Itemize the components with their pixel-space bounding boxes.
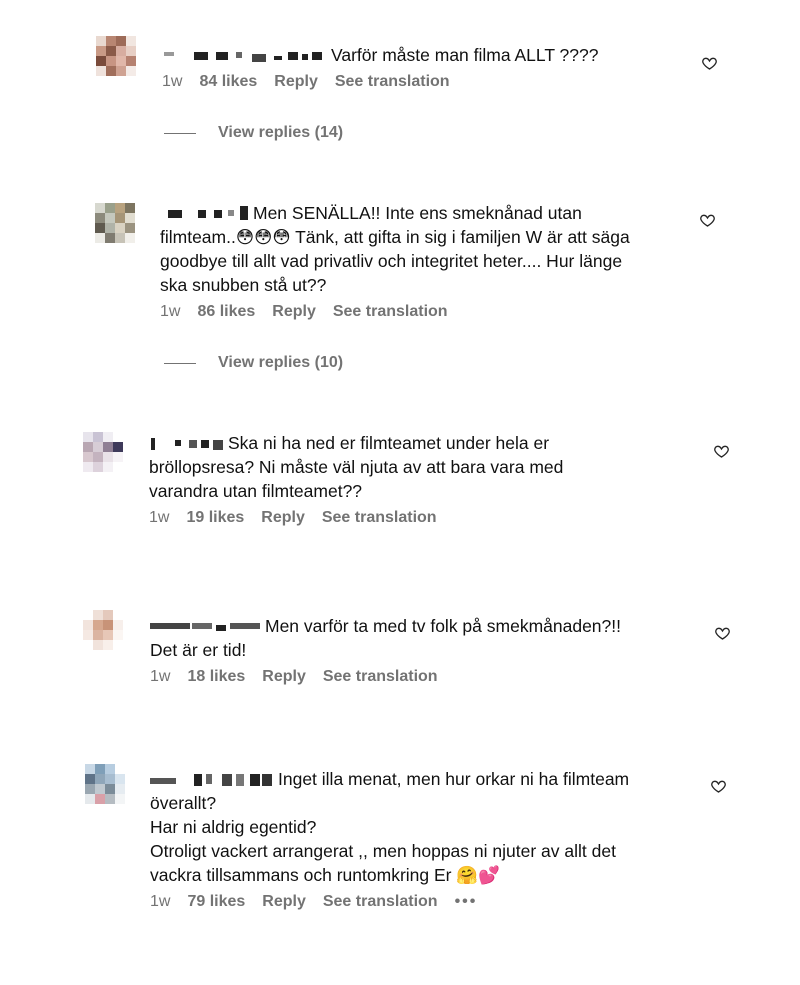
- reply-button[interactable]: Reply: [261, 509, 305, 527]
- avatar[interactable]: [95, 203, 135, 243]
- comment-time: 1w: [160, 303, 181, 320]
- view-replies-label: View replies (10): [218, 354, 344, 371]
- avatar[interactable]: [83, 432, 123, 472]
- see-translation-button[interactable]: See translation: [323, 668, 438, 686]
- comment-text: Men varför ta med tv folk på smekmånaden…: [150, 616, 621, 660]
- likes-count[interactable]: 18 likes: [187, 668, 245, 686]
- avatar[interactable]: [96, 36, 136, 76]
- see-translation-button[interactable]: See translation: [323, 893, 438, 911]
- heart-outline-icon[interactable]: [713, 443, 730, 459]
- username-redacted[interactable]: [149, 436, 225, 450]
- comment-meta: 1w 86 likes Reply See translation: [160, 303, 630, 321]
- heart-outline-icon[interactable]: [714, 625, 731, 641]
- comment-time: 1w: [150, 668, 171, 685]
- view-replies-button[interactable]: View replies (14): [164, 124, 343, 142]
- comment-meta: 1w 84 likes Reply See translation: [162, 73, 599, 91]
- see-translation-button[interactable]: See translation: [335, 73, 450, 91]
- likes-count[interactable]: 79 likes: [187, 893, 245, 911]
- avatar[interactable]: [85, 764, 125, 804]
- reply-button[interactable]: Reply: [272, 303, 316, 321]
- heart-outline-icon[interactable]: [701, 55, 718, 71]
- reply-button[interactable]: Reply: [262, 668, 306, 686]
- username-redacted[interactable]: [150, 772, 275, 786]
- replies-divider: [164, 132, 196, 134]
- heart-outline-icon[interactable]: [710, 778, 727, 794]
- comment-time: 1w: [149, 509, 170, 526]
- replies-divider: [164, 362, 196, 364]
- comment-meta: 1w 19 likes Reply See translation: [149, 509, 563, 527]
- likes-count[interactable]: 86 likes: [197, 303, 255, 321]
- username-redacted[interactable]: [160, 206, 250, 220]
- username-redacted[interactable]: [150, 619, 262, 633]
- comment-text: Ska ni ha ned er filmteamet under hela e…: [149, 433, 564, 501]
- more-options-icon[interactable]: •••: [455, 893, 478, 911]
- likes-count[interactable]: 19 likes: [186, 509, 244, 527]
- see-translation-button[interactable]: See translation: [333, 303, 448, 321]
- view-replies-button[interactable]: View replies (10): [164, 354, 343, 372]
- see-translation-button[interactable]: See translation: [322, 509, 437, 527]
- comment-time: 1w: [150, 893, 171, 910]
- comment-text: Inget illa menat, men hur orkar ni ha fi…: [150, 769, 630, 885]
- reply-button[interactable]: Reply: [262, 893, 306, 911]
- comment-meta: 1w 18 likes Reply See translation: [150, 668, 621, 686]
- comment-text: Varför måste man filma ALLT ????: [162, 43, 599, 67]
- avatar[interactable]: [83, 610, 123, 650]
- username-redacted[interactable]: [162, 48, 328, 62]
- view-replies-label: View replies (14): [218, 124, 344, 141]
- heart-outline-icon[interactable]: [699, 212, 716, 228]
- likes-count[interactable]: 84 likes: [199, 73, 257, 91]
- comment-time: 1w: [162, 73, 183, 90]
- comment-meta: 1w 79 likes Reply See translation •••: [150, 893, 629, 911]
- reply-button[interactable]: Reply: [274, 73, 318, 91]
- comment-text: Men SENÄLLA!! Inte ens smeknånad utan fi…: [160, 203, 630, 295]
